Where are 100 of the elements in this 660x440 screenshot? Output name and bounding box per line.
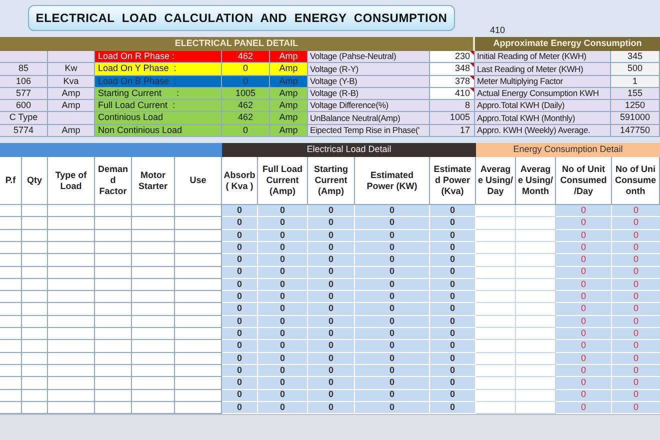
column-header: Averag e Using/ Month (516, 157, 556, 206)
table-cell: 0 (222, 303, 258, 316)
cell-value: 600 (0, 100, 48, 112)
table-cell: 0 (355, 390, 430, 402)
table-cell: 0 (430, 242, 476, 254)
table-cell: 0 (222, 364, 258, 378)
unit-text: Kw (48, 63, 95, 76)
table-cell: 0 (612, 340, 660, 353)
table-cell: 0 (430, 230, 476, 242)
table-cell: 0 (222, 340, 258, 353)
load-value: 0 (222, 76, 270, 88)
table-cell: 0 (258, 278, 308, 292)
table-cell: 0 (222, 242, 258, 254)
unit-text: Amp (270, 63, 308, 76)
table-cell: 0 (612, 328, 660, 340)
energy-value: 500 (611, 63, 660, 76)
table-cell: 0 (430, 278, 476, 292)
table-cell: 0 (430, 205, 476, 218)
table-cell: 0 (430, 377, 476, 390)
voltage-value: 348 (430, 63, 475, 76)
table-cell: 0 (612, 217, 660, 230)
table-cell: 0 (258, 364, 308, 378)
table-cell: 0 (308, 205, 355, 218)
table-cell: 0 (355, 340, 430, 353)
table-cell: 0 (355, 316, 430, 328)
table-cell: 0 (222, 352, 258, 365)
unit-text: Amp (270, 112, 308, 125)
table-cell: 0 (258, 205, 308, 218)
table-cell: 0 (258, 291, 308, 304)
table-cell: 0 (612, 205, 660, 218)
table-cell: 0 (355, 352, 430, 365)
column-header: Estimated Power (KW) (355, 157, 430, 206)
table-cell: 0 (556, 377, 612, 390)
voltage-label: Voltage (R-Y) (308, 63, 430, 76)
table-cell: 0 (612, 303, 660, 316)
voltage-label: Voltage (R-B) (308, 88, 430, 100)
unit-text: Amp (48, 124, 95, 138)
table-cell: 0 (556, 278, 612, 292)
table-cell: 0 (612, 352, 660, 365)
column-header: Starting Current (Amp) (308, 157, 355, 206)
column-header: No of Unit Consumed /Day (556, 157, 612, 206)
table-cell: 0 (612, 364, 660, 378)
table-cell: 0 (258, 402, 308, 414)
table-cell: 0 (308, 291, 355, 304)
column-header: Motor Starter (132, 157, 175, 206)
table-cell: 0 (308, 364, 355, 378)
table-cell: 0 (258, 377, 308, 390)
unit-text: Amp (270, 100, 308, 112)
table-cell: 0 (258, 390, 308, 402)
load-label: Load On B Phase : (95, 76, 222, 88)
table-cell: 0 (612, 266, 660, 279)
table-cell: 0 (556, 328, 612, 340)
cell-value: 5774 (0, 124, 48, 138)
cell-value: 85 (0, 63, 48, 76)
energy-label: Actual Energy Consumption KWH (475, 88, 611, 100)
table-cell: 0 (258, 303, 308, 316)
table-cell: 0 (430, 390, 476, 402)
table-cell: 0 (258, 340, 308, 353)
table-cell: 0 (612, 377, 660, 390)
table-cell: 0 (430, 340, 476, 353)
table-cell: 0 (258, 328, 308, 340)
voltage-value: 1005 (430, 112, 475, 125)
column-header: Deman d Factor (95, 157, 132, 206)
energy-value: 1250 (611, 100, 660, 112)
energy-label: Appro.Total KWH (Daily) (475, 100, 611, 112)
table-cell: 0 (222, 278, 258, 292)
table-cell: 0 (430, 217, 476, 230)
unit-text: Amp (270, 124, 308, 138)
load-label: Load On Y Phase : (95, 63, 222, 76)
table-cell: 0 (222, 254, 258, 267)
load-value: 462 (222, 100, 270, 112)
table-cell: 0 (355, 328, 430, 340)
table-cell: 0 (556, 254, 612, 267)
table-cell: 0 (222, 328, 258, 340)
table-cell: 0 (556, 390, 612, 402)
voltage-label: Eipected Temp Rise in Phase(' (308, 124, 430, 138)
table-cell: 0 (308, 328, 355, 340)
voltage-value: 230 (430, 51, 475, 64)
table-cell: 0 (222, 217, 258, 230)
table-cell: 0 (612, 254, 660, 267)
column-header: Absorb ( Kva ) (222, 157, 258, 206)
energy-heading: Approximate Energy Consumption (475, 37, 660, 51)
load-label: Non Continious Load (95, 124, 222, 138)
table-cell: 0 (308, 316, 355, 328)
table-cell: 0 (222, 316, 258, 328)
unit-text: Amp (270, 88, 308, 100)
table-cell: 0 (355, 230, 430, 242)
column-header: Use (175, 157, 222, 206)
table-cell: 0 (308, 266, 355, 279)
table-cell: 0 (355, 266, 430, 279)
table-cell: 0 (308, 230, 355, 242)
table-cell: 0 (308, 217, 355, 230)
table-cell: 0 (308, 278, 355, 292)
table-cell: 0 (556, 266, 612, 279)
table-cell: 0 (258, 242, 308, 254)
table-cell: 0 (222, 390, 258, 402)
energy-label: Appro. KWH (Weekly) Average. (475, 124, 611, 138)
table-cell: 0 (556, 402, 612, 414)
cell-value: C Type (0, 112, 48, 125)
table-cell: 0 (430, 303, 476, 316)
